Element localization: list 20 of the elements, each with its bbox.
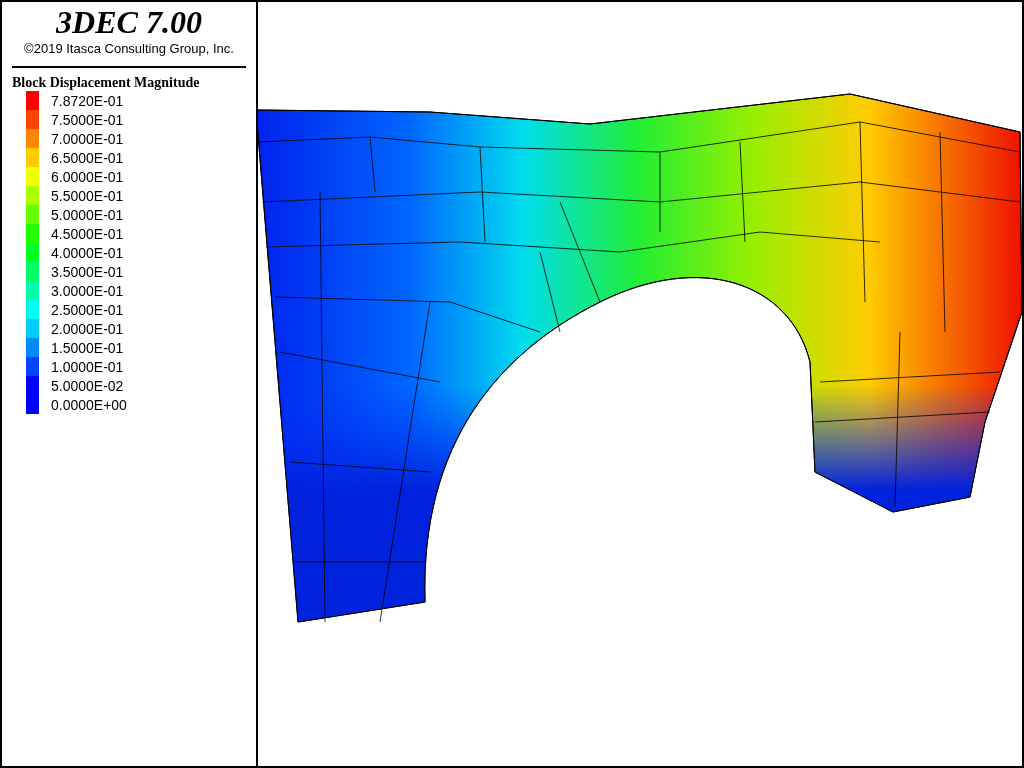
legend-label: 3.5000E-01: [51, 262, 124, 281]
legend-label: 6.5000E-01: [51, 148, 124, 167]
legend-label: 6.0000E-01: [51, 167, 124, 186]
legend-label: 4.0000E-01: [51, 243, 124, 262]
legend-label: 5.5000E-01: [51, 186, 124, 205]
legend-label: 5.0000E-01: [51, 205, 124, 224]
legend-label: 3.0000E-01: [51, 281, 124, 300]
copyright-text: ©2019 Itasca Consulting Group, Inc.: [23, 40, 235, 58]
legend-label: 2.0000E-01: [51, 319, 124, 338]
legend-label: 7.8720E-01: [51, 91, 124, 110]
legend-label: 4.5000E-01: [51, 224, 124, 243]
legend-label: 5.0000E-02: [51, 376, 124, 395]
app-title: 3DEC 7.00: [55, 4, 203, 40]
legend-title: Block Displacement Magnitude: [12, 74, 201, 92]
legend-label: 2.5000E-01: [51, 300, 124, 319]
legend-label: 1.5000E-01: [51, 338, 124, 357]
legend-label: 7.0000E-01: [51, 129, 124, 148]
legend-label: 0.0000E+00: [51, 395, 127, 414]
legend-label: 7.5000E-01: [51, 110, 124, 129]
legend-label: 1.0000E-01: [51, 357, 124, 376]
